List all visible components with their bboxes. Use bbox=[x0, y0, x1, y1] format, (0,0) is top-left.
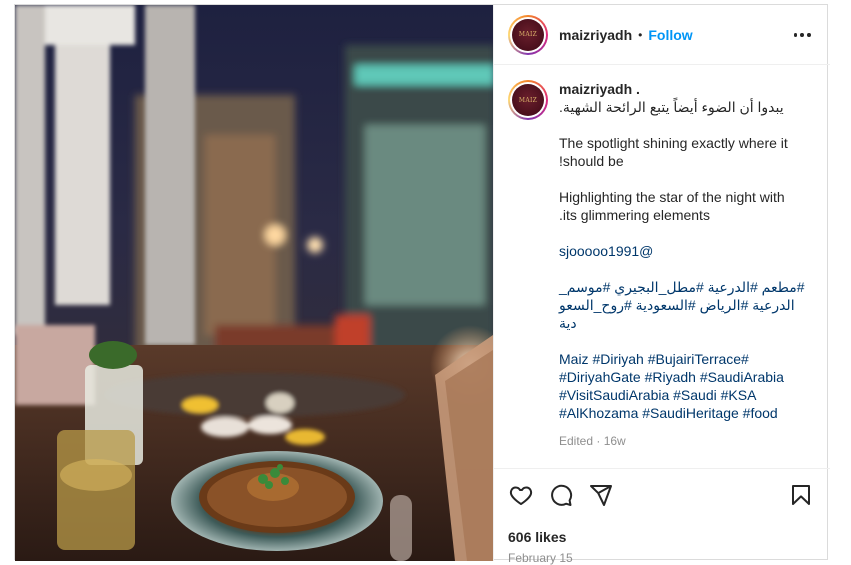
maiz-logo-icon: MAIZ bbox=[512, 84, 544, 116]
caption-username[interactable]: maizriyadh . bbox=[559, 80, 814, 98]
caption-line: !should be bbox=[559, 153, 624, 169]
likes-count[interactable]: 606 likes bbox=[508, 529, 814, 545]
hashtag-line[interactable]: دية bbox=[559, 314, 814, 332]
post-photo[interactable] bbox=[15, 5, 493, 561]
action-icons bbox=[508, 481, 814, 509]
hashtag-line[interactable]: #AlKhozama #SaudiHeritage #food bbox=[559, 404, 814, 422]
mention-link[interactable]: sjooooo1991@ bbox=[559, 242, 814, 260]
header-username[interactable]: maizriyadh bbox=[559, 27, 632, 43]
hashtag-line[interactable]: #DiriyahGate #Riyadh #SaudiArabia bbox=[559, 368, 814, 386]
caption-text: maizriyadh . يبدوا أن الضوء أيضاً يتبع ا… bbox=[559, 80, 814, 450]
caption-line: Highlighting the star of the night with bbox=[559, 189, 785, 205]
restaurant-night-photo bbox=[15, 5, 493, 561]
hashtag-line[interactable]: الدرعية #الرياض #السعودية #روح_السعو bbox=[559, 296, 814, 314]
more-options-icon[interactable] bbox=[792, 25, 812, 45]
comment-icon[interactable] bbox=[548, 482, 574, 508]
hashtag-line[interactable]: #VisitSaudiArabia #Saudi #KSA bbox=[559, 386, 814, 404]
post-details-pane: MAIZ maizriyadh • Follow MAIZ maizriyadh… bbox=[493, 5, 830, 565]
edited-timestamp: Edited · 16w bbox=[559, 434, 626, 448]
share-icon[interactable] bbox=[588, 482, 614, 508]
maiz-logo-icon: MAIZ bbox=[512, 18, 544, 51]
post-actions: 606 likes February 15 bbox=[494, 468, 830, 565]
hashtag-line[interactable]: #مطعم #الدرعية #مطل_البجيري #موسم_ bbox=[559, 278, 814, 296]
separator-dot: • bbox=[638, 27, 643, 42]
hashtag-line[interactable]: Maiz #Diriyah #BujairiTerrace# bbox=[559, 350, 814, 368]
follow-button[interactable]: Follow bbox=[648, 27, 692, 43]
heart-icon[interactable] bbox=[508, 482, 534, 508]
caption-line: The spotlight shining exactly where it bbox=[559, 135, 788, 151]
post-header: MAIZ maizriyadh • Follow bbox=[494, 5, 830, 65]
caption-area: MAIZ maizriyadh . يبدوا أن الضوء أيضاً ي… bbox=[494, 66, 830, 466]
avatar[interactable]: MAIZ bbox=[508, 14, 548, 55]
caption-line: يبدوا أن الضوء أيضاً يتبع الرائحة الشهية… bbox=[559, 99, 784, 115]
caption-avatar[interactable]: MAIZ bbox=[508, 80, 548, 120]
post-card: MAIZ maizriyadh • Follow MAIZ maizriyadh… bbox=[14, 4, 830, 565]
bookmark-icon[interactable] bbox=[788, 482, 814, 508]
caption-line: .its glimmering elements bbox=[559, 207, 710, 223]
post-date: February 15 bbox=[508, 551, 573, 565]
